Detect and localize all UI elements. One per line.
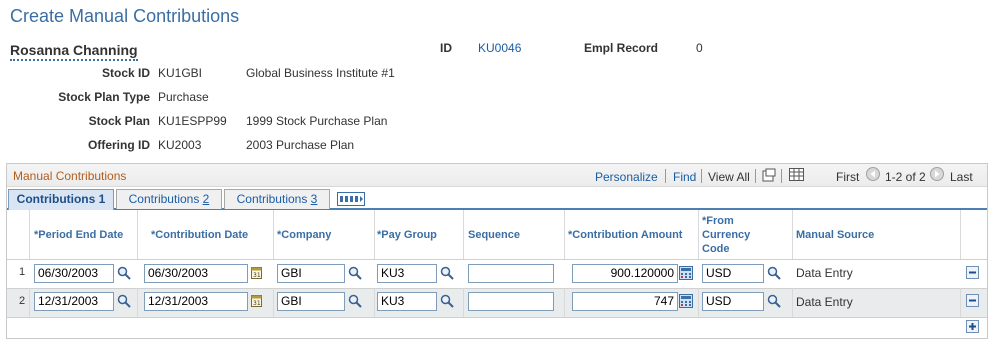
add-row-button[interactable] bbox=[966, 320, 979, 333]
column-divider bbox=[792, 288, 793, 317]
new-window-icon[interactable] bbox=[762, 168, 776, 182]
lookup-icon[interactable] bbox=[117, 266, 131, 280]
grid-title: Manual Contributions bbox=[13, 169, 127, 183]
pay-group-input[interactable]: KU3 bbox=[377, 292, 437, 311]
empl-record-label: Empl Record bbox=[584, 41, 659, 55]
view-all-link[interactable]: View All bbox=[708, 170, 750, 184]
stock-plan-label: Stock Plan bbox=[88, 114, 150, 128]
contribution-amount-input[interactable]: 747 bbox=[572, 292, 678, 311]
show-all-columns-icon[interactable] bbox=[337, 192, 365, 206]
svg-text:31: 31 bbox=[253, 300, 261, 307]
row-number: 2 bbox=[19, 295, 26, 307]
col-header-contribution-date[interactable]: *Contribution Date bbox=[151, 229, 248, 241]
tab-label: Contributions bbox=[236, 192, 311, 206]
stock-plan-type-label: Stock Plan Type bbox=[58, 90, 150, 104]
stock-plan-desc: 1999 Stock Purchase Plan bbox=[246, 114, 388, 128]
stock-id-value: KU1GBI bbox=[158, 66, 203, 80]
manual-source-value: Data Entry bbox=[796, 266, 853, 280]
download-grid-icon[interactable] bbox=[789, 168, 804, 181]
delete-row-button[interactable] bbox=[966, 266, 979, 279]
row-number: 1 bbox=[19, 266, 26, 278]
last-label: Last bbox=[950, 170, 973, 184]
lookup-icon[interactable] bbox=[767, 294, 781, 308]
company-input[interactable]: GBI bbox=[277, 292, 345, 311]
calculator-icon[interactable] bbox=[679, 266, 693, 280]
contribution-amount-input[interactable]: 900.120000 bbox=[572, 264, 678, 283]
stock-id-label: Stock ID bbox=[101, 66, 150, 80]
col-header-pay-group[interactable]: *Pay Group bbox=[377, 229, 437, 241]
manual-source-value: Data Entry bbox=[796, 295, 853, 309]
tab-contributions-1[interactable]: Contributions 1 bbox=[8, 189, 114, 210]
tab-label: Contributions bbox=[128, 192, 203, 206]
stock-plan-value: KU1ESPP99 bbox=[158, 114, 227, 128]
currency-code-input[interactable]: USD bbox=[702, 264, 764, 283]
calculator-icon[interactable] bbox=[679, 294, 693, 308]
first-label: First bbox=[836, 170, 860, 184]
lookup-icon[interactable] bbox=[348, 294, 362, 308]
plus-icon bbox=[969, 323, 976, 330]
column-divider bbox=[698, 288, 699, 317]
offering-id-desc: 2003 Purchase Plan bbox=[246, 138, 355, 152]
find-link[interactable]: Find bbox=[673, 170, 696, 184]
pay-group-input[interactable]: KU3 bbox=[377, 264, 437, 283]
lookup-icon[interactable] bbox=[348, 266, 362, 280]
personalize-link[interactable]: Personalize bbox=[595, 170, 658, 184]
lookup-icon[interactable] bbox=[767, 266, 781, 280]
offering-id-label: Offering ID bbox=[88, 138, 150, 152]
separator bbox=[755, 169, 756, 183]
svg-text:31: 31 bbox=[253, 272, 261, 279]
calendar-icon[interactable]: 31 bbox=[251, 294, 262, 307]
tab-label: Contributions bbox=[16, 192, 99, 206]
currency-code-input[interactable]: USD bbox=[702, 292, 764, 311]
contribution-date-input[interactable]: 12/31/2003 bbox=[144, 292, 248, 311]
col-header-period-end-date[interactable]: *Period End Date bbox=[34, 229, 123, 241]
separator bbox=[701, 169, 702, 183]
period-end-date-input[interactable]: 06/30/2003 bbox=[34, 264, 114, 283]
lookup-icon[interactable] bbox=[440, 266, 454, 280]
column-divider bbox=[29, 288, 30, 317]
column-divider bbox=[564, 288, 565, 317]
tab-number: 1 bbox=[98, 192, 106, 206]
id-label: ID bbox=[440, 41, 452, 55]
col-header-company[interactable]: *Company bbox=[277, 229, 331, 241]
tab-contributions-2[interactable]: Contributions 2 bbox=[116, 189, 222, 209]
tab-number: 2 bbox=[202, 192, 210, 206]
column-divider bbox=[463, 288, 464, 317]
stock-plan-type-value: Purchase bbox=[158, 90, 209, 104]
minus-icon bbox=[969, 299, 976, 302]
employee-name: Rosanna Channing bbox=[10, 42, 138, 61]
page-title: Create Manual Contributions bbox=[10, 6, 240, 26]
offering-id-value: KU2003 bbox=[158, 138, 202, 152]
period-end-date-input[interactable]: 12/31/2003 bbox=[34, 292, 114, 311]
col-header-manual-source[interactable]: Manual Source bbox=[796, 229, 874, 241]
separator bbox=[665, 169, 666, 183]
row-range: 1-2 of 2 bbox=[885, 170, 926, 184]
empl-record-value: 0 bbox=[696, 41, 703, 55]
column-divider bbox=[137, 288, 138, 317]
calendar-icon[interactable]: 31 bbox=[251, 266, 262, 279]
tab-contributions-3[interactable]: Contributions 3 bbox=[224, 189, 330, 209]
sequence-input[interactable] bbox=[468, 292, 554, 311]
lookup-icon[interactable] bbox=[440, 294, 454, 308]
separator bbox=[781, 169, 782, 183]
column-divider bbox=[960, 288, 961, 317]
col-header-sequence[interactable]: Sequence bbox=[468, 229, 520, 241]
grid-bottom-line bbox=[7, 317, 987, 318]
company-input[interactable]: GBI bbox=[277, 264, 345, 283]
col-header-from-currency-code[interactable]: *From Currency Code bbox=[702, 214, 772, 256]
contribution-date-input[interactable]: 06/30/2003 bbox=[144, 264, 248, 283]
minus-icon bbox=[969, 271, 976, 274]
lookup-icon[interactable] bbox=[117, 294, 131, 308]
column-divider bbox=[273, 288, 274, 317]
previous-arrow-icon[interactable] bbox=[866, 167, 880, 181]
delete-row-button[interactable] bbox=[966, 294, 979, 307]
sequence-input[interactable] bbox=[468, 264, 554, 283]
col-header-contribution-amount[interactable]: *Contribution Amount bbox=[568, 229, 682, 241]
next-arrow-icon[interactable] bbox=[930, 167, 944, 181]
column-divider bbox=[374, 288, 375, 317]
tab-number: 3 bbox=[310, 192, 318, 206]
employee-id: KU0046 bbox=[478, 41, 522, 55]
stock-id-desc: Global Business Institute #1 bbox=[246, 66, 395, 80]
